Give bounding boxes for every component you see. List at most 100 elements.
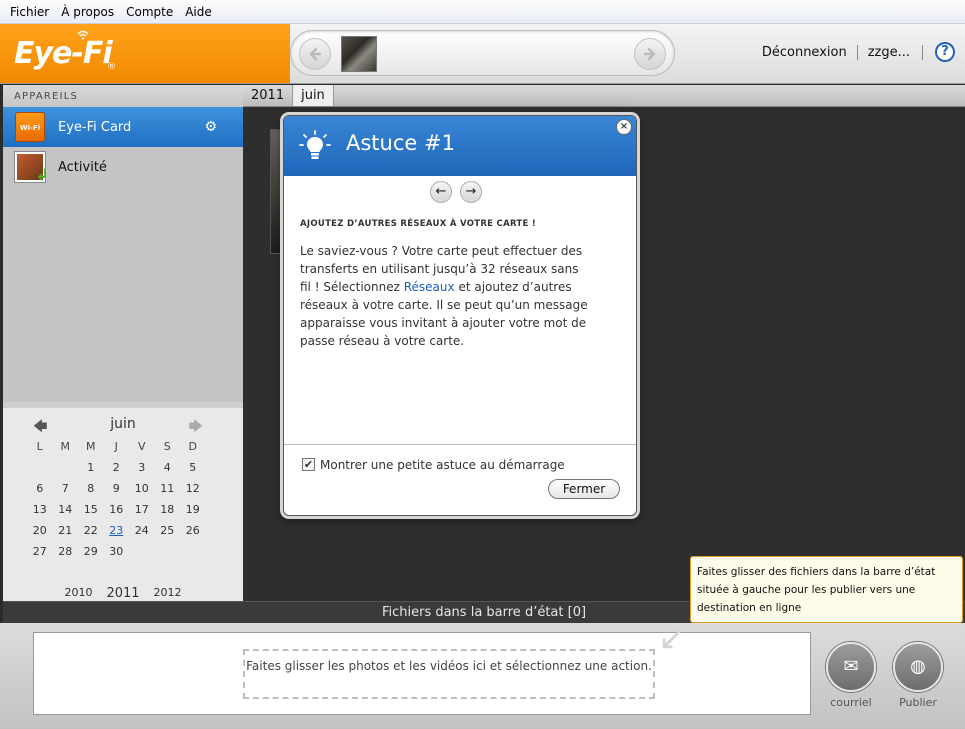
app-header: Eye-Fi ® Déconnexion zzge... ? bbox=[0, 24, 965, 84]
photo-strip bbox=[290, 30, 675, 76]
eye-fi-logo: Eye-Fi bbox=[14, 36, 113, 71]
breadcrumb: 2011 juin bbox=[243, 85, 965, 107]
calendar-day[interactable]: 19 bbox=[180, 499, 206, 520]
help-icon[interactable]: ? bbox=[935, 42, 955, 62]
drop-area[interactable]: Faites glisser les photos et les vidéos … bbox=[33, 622, 811, 715]
calendar-day[interactable]: 16 bbox=[104, 499, 130, 520]
gear-icon[interactable]: ⚙ bbox=[204, 119, 217, 135]
calendar-week-row: 13 14 15 16 17 18 19 bbox=[27, 499, 231, 520]
breadcrumb-month[interactable]: juin bbox=[293, 85, 334, 106]
calendar-day[interactable]: 5 bbox=[180, 457, 206, 478]
calendar-day[interactable]: 25 bbox=[155, 520, 181, 541]
user-account-link[interactable]: zzge... bbox=[858, 44, 923, 60]
calendar-day[interactable]: 15 bbox=[78, 499, 104, 520]
sd-card-icon: Wi-Fi bbox=[15, 112, 45, 142]
calendar-weekday: V bbox=[137, 440, 146, 453]
strip-prev-button[interactable] bbox=[299, 38, 331, 70]
menu-aide[interactable]: Aide bbox=[179, 5, 218, 19]
year-current[interactable]: 2011 bbox=[106, 586, 139, 601]
calendar-day[interactable]: 26 bbox=[180, 520, 206, 541]
sidebar-item-activite[interactable]: Activité bbox=[3, 147, 243, 187]
calendar: juin 🡄 🡆 L M M J V S D 1 2 3 4 5 6 7 8 9 10 11 12 13 14 15 16 1… bbox=[3, 402, 243, 601]
calendar-day[interactable]: 24 bbox=[129, 520, 155, 541]
calendar-week-row: 27 28 29 30 bbox=[27, 541, 231, 562]
calendar-weekday: M bbox=[86, 440, 96, 453]
wifi-icon bbox=[77, 30, 89, 40]
email-button[interactable]: ✉ courriel bbox=[823, 642, 879, 709]
calendar-day bbox=[53, 457, 79, 478]
dialog-header: Astuce #1 × bbox=[284, 116, 636, 176]
publish-button[interactable]: ◍ Publier bbox=[890, 642, 946, 709]
email-icon: ✉ bbox=[826, 642, 876, 692]
dialog-footer: ✔ Montrer une petite astuce au démarrage… bbox=[284, 444, 636, 515]
tip-prev-button[interactable]: ← bbox=[430, 181, 452, 203]
calendar-day[interactable]: 27 bbox=[27, 541, 53, 562]
calendar-day[interactable]: 30 bbox=[104, 541, 130, 562]
calendar-day[interactable]: 20 bbox=[27, 520, 53, 541]
sidebar-section-title: APPAREILS bbox=[3, 85, 243, 107]
logout-link[interactable]: Déconnexion bbox=[762, 44, 858, 60]
calendar-weekday-row: LMMJVSD bbox=[27, 436, 231, 457]
curved-arrow-icon: ↙ bbox=[658, 619, 685, 657]
dialog-title: Astuce #1 bbox=[346, 131, 455, 155]
tip-heading: AJOUTEZ D’AUTRES RÉSEAUX À VOTRE CARTE ! bbox=[300, 219, 537, 229]
year-prev[interactable]: 2010 bbox=[64, 586, 92, 601]
tip-navigation: ← → bbox=[430, 181, 482, 203]
calendar-day[interactable]: 9 bbox=[104, 478, 130, 499]
calendar-day[interactable]: 12 bbox=[180, 478, 206, 499]
calendar-day bbox=[155, 541, 181, 562]
calendar-grid: L M M J V S D 1 2 3 4 5 6 7 8 9 10 11 12 13 14 15 16 17 18 19 20 21… bbox=[27, 436, 231, 562]
calendar-day[interactable]: 13 bbox=[27, 499, 53, 520]
status-bar-panel: Faites glisser les photos et les vidéos … bbox=[0, 622, 965, 729]
strip-next-button[interactable] bbox=[634, 38, 666, 70]
show-tip-checkbox[interactable]: ✔ bbox=[302, 458, 315, 471]
status-bar-tooltip: Faites glisser des fichiers dans la barr… bbox=[690, 556, 963, 623]
calendar-years: 2010 2011 2012 bbox=[3, 586, 243, 601]
year-next[interactable]: 2012 bbox=[154, 586, 182, 601]
calendar-day[interactable]: 29 bbox=[78, 541, 104, 562]
calendar-week-row: 20 21 22 23 24 25 26 bbox=[27, 520, 231, 541]
calendar-day[interactable]: 6 bbox=[27, 478, 53, 499]
logo-area: Eye-Fi ® bbox=[0, 24, 290, 83]
close-icon[interactable]: × bbox=[616, 119, 632, 135]
networks-link[interactable]: Réseaux bbox=[404, 280, 455, 294]
menu-compte[interactable]: Compte bbox=[120, 5, 179, 19]
calendar-day[interactable]: 28 bbox=[53, 541, 79, 562]
calendar-day[interactable]: 11 bbox=[155, 478, 181, 499]
menu-a-propos[interactable]: À propos bbox=[55, 5, 120, 19]
calendar-day[interactable]: 8 bbox=[78, 478, 104, 499]
calendar-day bbox=[129, 541, 155, 562]
calendar-day[interactable]: 1 bbox=[78, 457, 104, 478]
lightbulb-icon bbox=[299, 130, 331, 159]
show-tip-label[interactable]: Montrer une petite astuce au démarrage bbox=[320, 458, 565, 472]
menu-bar: Fichier À propos Compte Aide bbox=[0, 0, 965, 24]
calendar-week-row: 12345 bbox=[27, 457, 231, 478]
tip-body: Le saviez-vous ? Votre carte peut effect… bbox=[300, 242, 590, 350]
tip-dialog: Astuce #1 × ← → AJOUTEZ D’AUTRES RÉSEAUX… bbox=[283, 115, 637, 516]
sidebar-item-eye-fi-card[interactable]: Wi-Fi Eye-Fi Card ⚙ bbox=[3, 107, 243, 147]
email-button-label: courriel bbox=[830, 696, 872, 709]
tip-next-button[interactable]: → bbox=[460, 181, 482, 203]
calendar-day[interactable]: 3 bbox=[129, 457, 155, 478]
calendar-weekday: M bbox=[60, 440, 71, 453]
calendar-day[interactable]: 23 bbox=[104, 520, 130, 541]
calendar-day[interactable]: 2 bbox=[104, 457, 130, 478]
breadcrumb-year[interactable]: 2011 bbox=[243, 85, 294, 106]
header-account-links: Déconnexion zzge... ? bbox=[762, 42, 955, 62]
calendar-day[interactable]: 22 bbox=[78, 520, 104, 541]
drop-hint: Faites glisser les photos et les vidéos … bbox=[243, 622, 685, 699]
calendar-day[interactable]: 17 bbox=[129, 499, 155, 520]
menu-fichier[interactable]: Fichier bbox=[4, 5, 55, 19]
calendar-day[interactable]: 4 bbox=[155, 457, 181, 478]
calendar-day[interactable]: 10 bbox=[129, 478, 155, 499]
calendar-day[interactable]: 18 bbox=[155, 499, 181, 520]
calendar-day[interactable]: 7 bbox=[53, 478, 79, 499]
sidebar-item-label: Activité bbox=[58, 159, 107, 175]
www-icon: ◍ bbox=[893, 642, 943, 692]
calendar-week-row: 6 7 8 9 10 11 12 bbox=[27, 478, 231, 499]
calendar-day[interactable]: 21 bbox=[53, 520, 79, 541]
registered-mark: ® bbox=[107, 62, 116, 72]
photo-thumbnail[interactable] bbox=[341, 36, 377, 72]
calendar-day[interactable]: 14 bbox=[53, 499, 79, 520]
close-button[interactable]: Fermer bbox=[548, 479, 620, 499]
